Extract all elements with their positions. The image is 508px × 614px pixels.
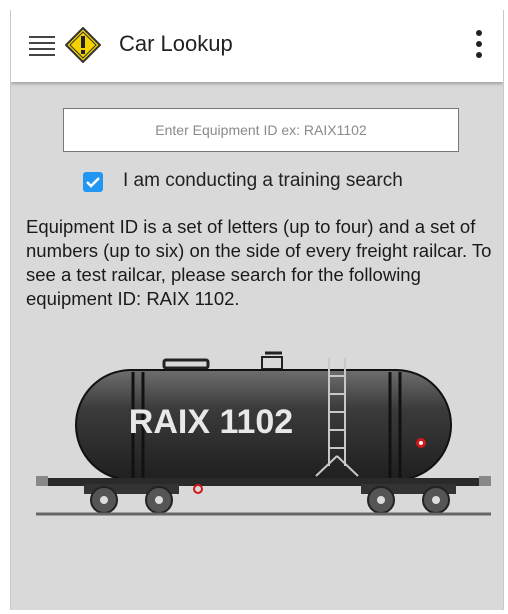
app-frame: Car Lookup I am conducting a training se… — [10, 10, 504, 610]
training-search-label: I am conducting a training search — [123, 170, 403, 191]
training-search-checkbox[interactable] — [83, 172, 103, 192]
tank-railcar-illustration: RAIX 1102 — [36, 351, 491, 516]
warning-diamond-icon — [65, 27, 101, 63]
more-options-icon[interactable] — [469, 26, 489, 66]
app-bar: Car Lookup — [11, 10, 503, 82]
hamburger-menu-icon[interactable] — [29, 36, 55, 56]
equipment-id-description: Equipment ID is a set of letters (up to … — [26, 216, 492, 309]
equipment-id-search-input[interactable] — [63, 108, 459, 152]
railcar-marking: RAIX 1102 — [129, 403, 293, 441]
checkmark-icon — [86, 177, 100, 188]
page-title: Car Lookup — [119, 31, 233, 56]
